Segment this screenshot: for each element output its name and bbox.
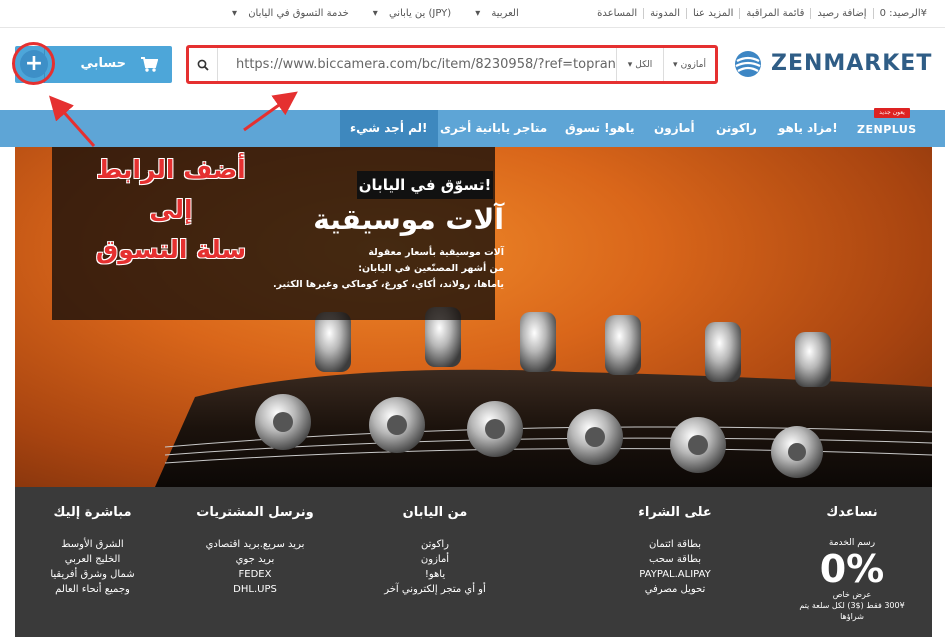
search-button[interactable] [189,48,218,81]
special-offer-text: 300¥ فقط ($3) لكل سلعة يتم شراؤها [799,601,905,621]
nav-item-other-stores[interactable]: متاجر يابانية أخرى [440,121,547,135]
list-item: الخليج العربي [64,554,121,565]
new-badge: يعون جديد [874,108,910,118]
nav-item-not-found[interactable]: لم أجد شيء! [340,110,438,147]
service-label: خدمة التسوق في اليابان [248,8,349,19]
list-item: شمال وشرق أفريقيا [50,569,135,580]
hero-tag: تسوّق في اليابان! [357,171,493,199]
nav-item-amazon[interactable]: أمازون [654,121,695,135]
zenmarket-logo[interactable]: ZENMARKET [733,48,931,80]
service-fee-value: 0% [819,547,885,591]
list-item: ياهو! [424,569,446,580]
currency-label: ين ياباني (JPY) [388,8,452,19]
balance-text: الرصيد: 0¥ [872,8,933,19]
footer-col-title: نساعدك [826,505,878,520]
footer-col-title: من اليابان [402,505,468,520]
nav-item-zenplus[interactable]: ZENPLUS [857,123,917,136]
special-offer-label: عرض خاص [832,590,872,599]
store-label: أمازون [680,59,706,70]
search-input[interactable] [218,48,616,81]
hero-desc-line: آلات موسيقية بأسعار معقولة [368,247,504,258]
main-nav: ZENPLUS مزاد ياهو! راكوتن أمازون ياهو! ت… [0,110,945,147]
list-item: بريد جوي [235,554,275,565]
scope-label: الكل [635,59,653,70]
logo-globe-icon [735,51,761,77]
top-utility-bar: الرصيد: 0¥ إضافة رصيد قائمة المراقبة الم… [0,0,945,28]
list-item: أمازون [420,554,450,565]
top-links-left: ▾ العربية ▾ ين ياباني (JPY) ▾ خدمة التسو… [224,8,535,19]
footer-col-title: ونرسل المشتريات [196,505,314,520]
watchlist-link[interactable]: قائمة المراقبة [739,8,810,19]
caret-down-icon: ▾ [673,59,678,70]
footer-info-panel: نساعدك رسم الخدمة 0% عرض خاص 300¥ فقط ($… [15,487,932,637]
logo-text: ZENMARKET [771,51,933,76]
add-balance-link[interactable]: إضافة رصيد [810,8,872,19]
service-select[interactable]: ▾ خدمة التسوق في اليابان [224,8,365,19]
nav-item-yahoo-shopping[interactable]: ياهو! تسوق [565,121,634,135]
list-item: أو أي متجر إلكتروني آخر [384,584,486,595]
hero-description: آلات موسيقية بأسعار معقولة من أشهر المصن… [254,245,504,293]
footer-col-direct: مباشرة إليك الشرق الأوسط الخليج العربي ش… [25,505,160,597]
language-select[interactable]: ▾ العربية [467,8,535,19]
footer-col-title: على الشراء [638,505,712,520]
annotation-circle [12,42,55,85]
search-icon [197,59,209,71]
store-select[interactable]: ▾ أمازون [663,48,715,81]
annotation-text: أضف الرابط إلى سلة التسوق [76,150,266,270]
list-item: DHL.UPS [233,584,277,595]
list-item: PAYPAL.ALIPAY [639,569,711,580]
list-item: الشرق الأوسط [61,539,124,550]
list-item: تحويل مصرفي [644,584,706,595]
annotation-line: سلة التسوق [95,235,247,264]
language-label: العربية [491,8,519,19]
list-item: وجميع أنحاء العالم [55,584,130,595]
top-links-right: الرصيد: 0¥ إضافة رصيد قائمة المراقبة الم… [591,8,933,19]
list-item: بطاقة سحب [648,554,701,565]
annotation-line: أضف الرابط إلى [96,155,246,224]
footer-col-japan: من اليابان راكوتن أمازون ياهو! أو أي متج… [360,505,510,597]
about-link[interactable]: المزيد عنا [685,8,739,19]
cart-icon [141,57,158,72]
currency-select[interactable]: ▾ ين ياباني (JPY) [365,8,467,19]
list-item: راكوتن [421,539,449,550]
list-item: بطاقة ائتمان [648,539,702,550]
scope-select[interactable]: ▾ الكل [616,48,663,81]
footer-col-title: مباشرة إليك [53,505,132,520]
list-item: FEDEX [238,569,272,580]
list-item: بريد سريع.بريد اقتصادي [205,539,305,550]
nav-item-yahoo-auctions[interactable]: مزاد ياهو! [778,121,838,135]
blog-link[interactable]: المدونة [643,8,686,19]
hero-desc-line: ياماها، رولاند، أكاي، كورغ، كوماكي وغيره… [272,279,504,290]
footer-col-shipping: ونرسل المشتريات بريد سريع.بريد اقتصادي ب… [180,505,330,597]
footer-col-help: نساعدك رسم الخدمة 0% عرض خاص 300¥ فقط ($… [797,505,907,622]
caret-down-icon: ▾ [627,59,633,70]
footer-col-payment: على الشراء بطاقة ائتمان بطاقة سحب PAYPAL… [605,505,745,597]
account-label: حسابي [80,56,126,71]
search-bar: ▾ الكل ▾ أمازون [186,45,718,84]
hero-desc-line: من أشهر المصنّعين في اليابان: [358,263,504,274]
hero-title: آلات موسيقية [313,203,504,236]
page: الرصيد: 0¥ إضافة رصيد قائمة المراقبة الم… [0,0,945,637]
nav-item-rakuten[interactable]: راكوتن [716,121,757,135]
help-link[interactable]: المساعدة [591,8,643,19]
